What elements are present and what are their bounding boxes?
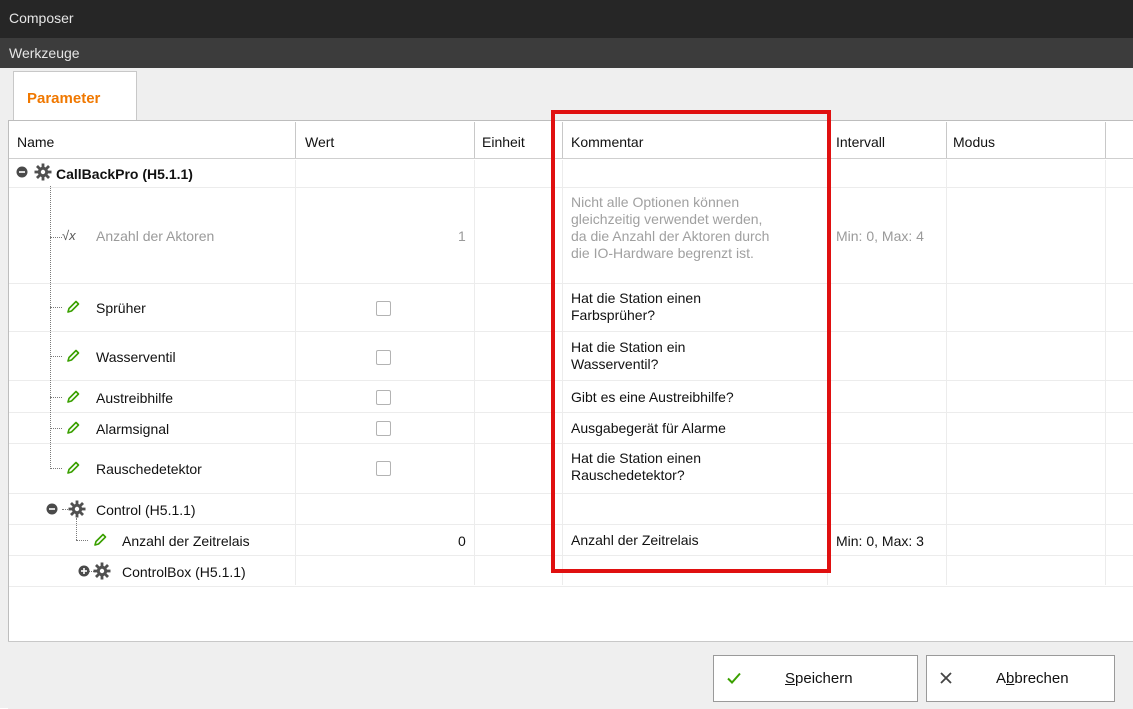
tab-parameter[interactable]: Parameter (13, 71, 137, 121)
param-value[interactable]: 0 (458, 533, 466, 549)
save-button[interactable]: Speichern (713, 655, 918, 702)
param-name: Anzahl der Zeitrelais (122, 533, 250, 549)
menu-bar: Werkzeuge (0, 38, 1133, 68)
grid-line (1105, 160, 1106, 585)
param-checkbox[interactable] (376, 301, 391, 316)
save-button-label: Speichern (785, 670, 853, 687)
tree-line (50, 356, 62, 357)
grid-line (946, 160, 947, 585)
param-name: Austreibhilfe (96, 390, 174, 406)
expand-icon[interactable] (78, 565, 90, 577)
tree-node-label[interactable]: Control (H5.1.1) (96, 502, 196, 518)
param-name: Sprüher (96, 300, 146, 316)
tree-line (76, 518, 77, 540)
param-checkbox[interactable] (376, 421, 391, 436)
cancel-button[interactable]: Abbrechen (926, 655, 1115, 702)
param-checkbox[interactable] (376, 350, 391, 365)
gear-icon (68, 500, 86, 518)
pencil-icon (67, 421, 80, 434)
gear-icon (34, 163, 52, 181)
pencil-icon (67, 390, 80, 403)
title-bar: Composer (0, 0, 1133, 38)
tree-line (50, 307, 62, 308)
tree-node-label[interactable]: CallBackPro (H5.1.1) (56, 166, 193, 182)
param-value[interactable]: 1 (458, 228, 466, 244)
tree-line (50, 468, 62, 469)
column-divider[interactable] (295, 122, 296, 158)
param-name: Alarmsignal (96, 421, 170, 437)
menu-werkzeuge[interactable]: Werkzeuge (9, 45, 80, 61)
column-header-wert[interactable]: Wert (305, 134, 334, 150)
cancel-button-label: Abbrechen (996, 670, 1069, 687)
tree-line (50, 237, 62, 238)
column-divider[interactable] (474, 122, 475, 158)
param-name: Rauschedetektor (96, 461, 202, 477)
tree-node-label[interactable]: ControlBox (H5.1.1) (122, 564, 246, 580)
tree-line (76, 540, 88, 541)
tree-line (50, 186, 51, 469)
param-interval: Min: 0, Max: 3 (836, 533, 924, 549)
row-separator (9, 586, 1133, 587)
param-interval: Min: 0, Max: 4 (836, 228, 924, 244)
column-divider[interactable] (1105, 122, 1106, 158)
pencil-icon (67, 349, 80, 362)
column-header-name[interactable]: Name (17, 134, 54, 150)
pencil-icon (67, 300, 80, 313)
comment-column-highlight (551, 110, 831, 573)
collapse-icon[interactable] (46, 503, 58, 515)
tree-line (50, 397, 62, 398)
column-header-modus[interactable]: Modus (953, 134, 995, 150)
gear-icon (93, 562, 111, 580)
column-header-intervall[interactable]: Intervall (836, 134, 885, 150)
param-checkbox[interactable] (376, 461, 391, 476)
sqrt-x-icon: √x (62, 228, 76, 243)
tree-line (50, 428, 62, 429)
param-checkbox[interactable] (376, 390, 391, 405)
pencil-icon (94, 533, 107, 546)
pencil-icon (67, 461, 80, 474)
x-icon (940, 672, 952, 684)
grid-line (295, 160, 296, 585)
check-icon (727, 672, 741, 684)
grid-line (474, 160, 475, 585)
window-title: Composer (9, 10, 74, 26)
column-divider[interactable] (946, 122, 947, 158)
column-header-einheit[interactable]: Einheit (482, 134, 525, 150)
param-name: Anzahl der Aktoren (96, 228, 215, 244)
tab-parameter-label: Parameter (27, 90, 101, 107)
param-name: Wasserventil (96, 349, 176, 365)
collapse-icon[interactable] (16, 166, 28, 178)
